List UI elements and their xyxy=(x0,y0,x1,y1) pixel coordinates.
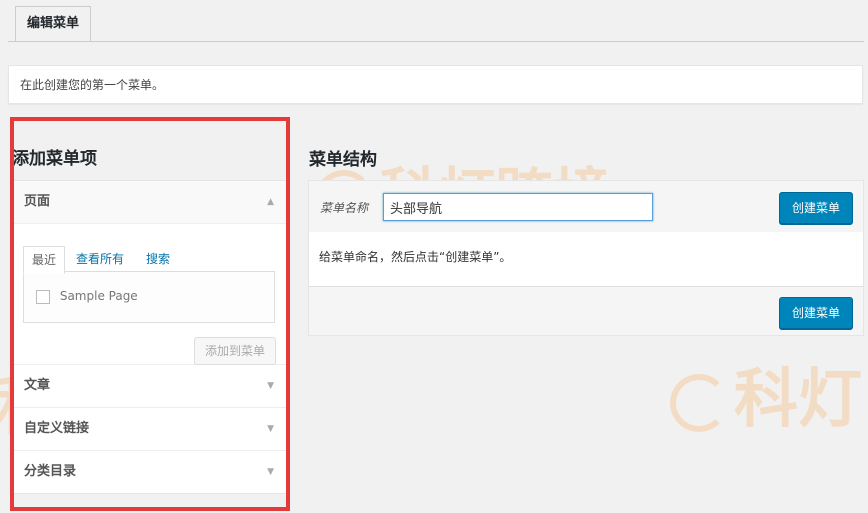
sample-page-checkbox[interactable] xyxy=(36,289,50,304)
accordion-title-label: 分类目录 xyxy=(24,464,77,479)
accordion-section-posts: 文章 ▼ xyxy=(13,365,286,408)
tab-most-recent[interactable]: 最近 xyxy=(23,246,66,274)
accordion-title-pages[interactable]: 页面 ▲ xyxy=(13,181,286,224)
tab-edit-menus[interactable]: 编辑菜单 xyxy=(15,6,92,41)
add-menu-items-accordion: 页面 ▲ 最近 查看所有 搜索 Sample Page 添加到菜单 文章 ▼ 自… xyxy=(12,180,287,494)
tab-bar: 编辑菜单 xyxy=(8,0,864,42)
menu-name-input[interactable] xyxy=(383,193,653,221)
accordion-title-label: 自定义链接 xyxy=(24,421,90,436)
accordion-title-custom-links[interactable]: 自定义链接 ▼ xyxy=(13,408,286,450)
accordion-section-categories: 分类目录 ▼ xyxy=(13,451,286,493)
accordion-title-label: 页面 xyxy=(24,194,51,209)
notice-message: 在此创建您的第一个菜单。 xyxy=(8,65,863,104)
accordion-section-custom-links: 自定义链接 ▼ xyxy=(13,408,286,451)
accordion-section-pages: 页面 ▲ 最近 查看所有 搜索 Sample Page 添加到菜单 xyxy=(13,181,286,365)
accordion-title-label: 文章 xyxy=(24,378,51,393)
watermark-logo-icon xyxy=(670,374,728,433)
menu-name-label: 菜单名称 xyxy=(320,201,369,215)
add-menu-items-heading: 添加菜单项 xyxy=(12,149,97,169)
list-item: Sample Page xyxy=(36,289,138,304)
tab-view-all[interactable]: 查看所有 xyxy=(76,246,124,272)
watermark: 科灯 xyxy=(670,348,862,440)
add-to-menu-button[interactable]: 添加到菜单 xyxy=(193,337,276,365)
list-item-label: Sample Page xyxy=(59,289,138,303)
pages-list: Sample Page xyxy=(23,271,275,323)
accordion-title-categories[interactable]: 分类目录 ▼ xyxy=(13,451,286,493)
create-menu-button-bottom[interactable]: 创建菜单 xyxy=(778,297,853,329)
chevron-down-icon: ▼ xyxy=(267,381,274,391)
chevron-down-icon: ▼ xyxy=(267,467,274,477)
accordion-body-pages: 最近 查看所有 搜索 Sample Page 添加到菜单 xyxy=(13,224,286,365)
create-menu-button[interactable]: 创建菜单 xyxy=(778,192,853,224)
tab-search[interactable]: 搜索 xyxy=(146,246,170,272)
menu-structure-box: 菜单名称 创建菜单 给菜单命名，然后点击“创建菜单”。 创建菜单 xyxy=(308,180,864,336)
chevron-up-icon: ▲ xyxy=(267,197,274,207)
menu-instruction: 给菜单命名，然后点击“创建菜单”。 xyxy=(309,232,863,287)
accordion-title-posts[interactable]: 文章 ▼ xyxy=(13,365,286,407)
chevron-down-icon: ▼ xyxy=(267,424,274,434)
pages-tabs: 最近 查看所有 搜索 xyxy=(23,246,276,274)
menu-structure-heading: 菜单结构 xyxy=(309,150,377,170)
menu-header: 菜单名称 创建菜单 xyxy=(309,181,863,233)
